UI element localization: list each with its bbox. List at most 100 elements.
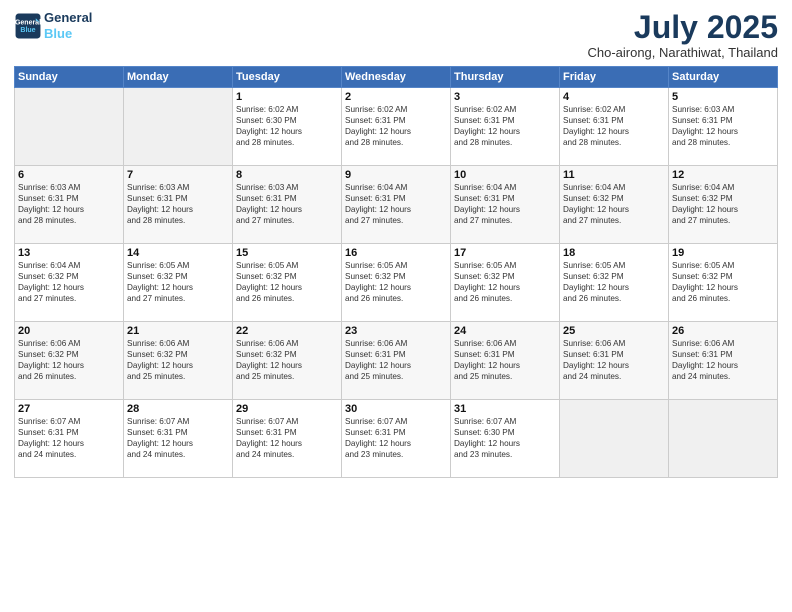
day-cell (669, 400, 778, 478)
day-number: 20 (18, 325, 120, 337)
day-cell: 21Sunrise: 6:06 AM Sunset: 6:32 PM Dayli… (124, 322, 233, 400)
day-number: 4 (563, 91, 665, 103)
title-block: July 2025 Cho-airong, Narathiwat, Thaila… (587, 10, 778, 60)
col-header-sunday: Sunday (15, 67, 124, 88)
day-cell: 28Sunrise: 6:07 AM Sunset: 6:31 PM Dayli… (124, 400, 233, 478)
day-number: 29 (236, 403, 338, 415)
day-number: 1 (236, 91, 338, 103)
day-cell (15, 88, 124, 166)
day-number: 19 (672, 247, 774, 259)
day-number: 23 (345, 325, 447, 337)
day-info: Sunrise: 6:06 AM Sunset: 6:32 PM Dayligh… (236, 338, 338, 382)
day-cell: 22Sunrise: 6:06 AM Sunset: 6:32 PM Dayli… (233, 322, 342, 400)
day-cell: 17Sunrise: 6:05 AM Sunset: 6:32 PM Dayli… (451, 244, 560, 322)
day-cell: 25Sunrise: 6:06 AM Sunset: 6:31 PM Dayli… (560, 322, 669, 400)
day-cell: 3Sunrise: 6:02 AM Sunset: 6:31 PM Daylig… (451, 88, 560, 166)
calendar-table: SundayMondayTuesdayWednesdayThursdayFrid… (14, 66, 778, 478)
day-cell: 19Sunrise: 6:05 AM Sunset: 6:32 PM Dayli… (669, 244, 778, 322)
day-number: 17 (454, 247, 556, 259)
day-number: 13 (18, 247, 120, 259)
week-row: 20Sunrise: 6:06 AM Sunset: 6:32 PM Dayli… (15, 322, 778, 400)
day-cell: 1Sunrise: 6:02 AM Sunset: 6:30 PM Daylig… (233, 88, 342, 166)
day-cell: 31Sunrise: 6:07 AM Sunset: 6:30 PM Dayli… (451, 400, 560, 478)
day-cell: 7Sunrise: 6:03 AM Sunset: 6:31 PM Daylig… (124, 166, 233, 244)
day-info: Sunrise: 6:04 AM Sunset: 6:31 PM Dayligh… (345, 182, 447, 226)
day-cell: 15Sunrise: 6:05 AM Sunset: 6:32 PM Dayli… (233, 244, 342, 322)
day-info: Sunrise: 6:06 AM Sunset: 6:32 PM Dayligh… (18, 338, 120, 382)
day-info: Sunrise: 6:02 AM Sunset: 6:31 PM Dayligh… (454, 104, 556, 148)
logo-text-line2: Blue (44, 26, 92, 42)
day-number: 7 (127, 169, 229, 181)
col-header-wednesday: Wednesday (342, 67, 451, 88)
subtitle: Cho-airong, Narathiwat, Thailand (587, 45, 778, 60)
day-number: 25 (563, 325, 665, 337)
day-cell (124, 88, 233, 166)
day-cell: 10Sunrise: 6:04 AM Sunset: 6:31 PM Dayli… (451, 166, 560, 244)
col-header-tuesday: Tuesday (233, 67, 342, 88)
week-row: 6Sunrise: 6:03 AM Sunset: 6:31 PM Daylig… (15, 166, 778, 244)
day-number: 6 (18, 169, 120, 181)
day-info: Sunrise: 6:07 AM Sunset: 6:31 PM Dayligh… (18, 416, 120, 460)
day-info: Sunrise: 6:06 AM Sunset: 6:31 PM Dayligh… (672, 338, 774, 382)
header: General Blue General Blue July 2025 Cho-… (14, 10, 778, 60)
day-cell: 26Sunrise: 6:06 AM Sunset: 6:31 PM Dayli… (669, 322, 778, 400)
day-cell: 30Sunrise: 6:07 AM Sunset: 6:31 PM Dayli… (342, 400, 451, 478)
day-cell: 5Sunrise: 6:03 AM Sunset: 6:31 PM Daylig… (669, 88, 778, 166)
day-info: Sunrise: 6:06 AM Sunset: 6:31 PM Dayligh… (563, 338, 665, 382)
day-info: Sunrise: 6:03 AM Sunset: 6:31 PM Dayligh… (18, 182, 120, 226)
day-cell: 4Sunrise: 6:02 AM Sunset: 6:31 PM Daylig… (560, 88, 669, 166)
month-title: July 2025 (587, 10, 778, 45)
day-info: Sunrise: 6:05 AM Sunset: 6:32 PM Dayligh… (672, 260, 774, 304)
day-info: Sunrise: 6:04 AM Sunset: 6:31 PM Dayligh… (454, 182, 556, 226)
day-info: Sunrise: 6:02 AM Sunset: 6:31 PM Dayligh… (345, 104, 447, 148)
day-cell: 11Sunrise: 6:04 AM Sunset: 6:32 PM Dayli… (560, 166, 669, 244)
col-header-monday: Monday (124, 67, 233, 88)
week-row: 13Sunrise: 6:04 AM Sunset: 6:32 PM Dayli… (15, 244, 778, 322)
day-number: 22 (236, 325, 338, 337)
logo-text-line1: General (44, 10, 92, 26)
day-number: 27 (18, 403, 120, 415)
header-row: SundayMondayTuesdayWednesdayThursdayFrid… (15, 67, 778, 88)
week-row: 27Sunrise: 6:07 AM Sunset: 6:31 PM Dayli… (15, 400, 778, 478)
col-header-friday: Friday (560, 67, 669, 88)
day-info: Sunrise: 6:03 AM Sunset: 6:31 PM Dayligh… (672, 104, 774, 148)
day-info: Sunrise: 6:06 AM Sunset: 6:32 PM Dayligh… (127, 338, 229, 382)
day-info: Sunrise: 6:05 AM Sunset: 6:32 PM Dayligh… (454, 260, 556, 304)
day-info: Sunrise: 6:02 AM Sunset: 6:30 PM Dayligh… (236, 104, 338, 148)
day-cell: 2Sunrise: 6:02 AM Sunset: 6:31 PM Daylig… (342, 88, 451, 166)
day-number: 30 (345, 403, 447, 415)
day-info: Sunrise: 6:03 AM Sunset: 6:31 PM Dayligh… (236, 182, 338, 226)
day-cell: 14Sunrise: 6:05 AM Sunset: 6:32 PM Dayli… (124, 244, 233, 322)
logo: General Blue General Blue (14, 10, 92, 41)
day-info: Sunrise: 6:04 AM Sunset: 6:32 PM Dayligh… (672, 182, 774, 226)
day-number: 24 (454, 325, 556, 337)
day-number: 9 (345, 169, 447, 181)
day-number: 3 (454, 91, 556, 103)
day-cell: 24Sunrise: 6:06 AM Sunset: 6:31 PM Dayli… (451, 322, 560, 400)
day-number: 26 (672, 325, 774, 337)
day-info: Sunrise: 6:05 AM Sunset: 6:32 PM Dayligh… (345, 260, 447, 304)
day-cell: 18Sunrise: 6:05 AM Sunset: 6:32 PM Dayli… (560, 244, 669, 322)
day-info: Sunrise: 6:05 AM Sunset: 6:32 PM Dayligh… (236, 260, 338, 304)
day-number: 28 (127, 403, 229, 415)
day-cell: 20Sunrise: 6:06 AM Sunset: 6:32 PM Dayli… (15, 322, 124, 400)
day-info: Sunrise: 6:06 AM Sunset: 6:31 PM Dayligh… (345, 338, 447, 382)
day-info: Sunrise: 6:07 AM Sunset: 6:31 PM Dayligh… (345, 416, 447, 460)
day-info: Sunrise: 6:05 AM Sunset: 6:32 PM Dayligh… (127, 260, 229, 304)
day-cell: 12Sunrise: 6:04 AM Sunset: 6:32 PM Dayli… (669, 166, 778, 244)
day-info: Sunrise: 6:07 AM Sunset: 6:31 PM Dayligh… (127, 416, 229, 460)
day-number: 15 (236, 247, 338, 259)
day-cell: 23Sunrise: 6:06 AM Sunset: 6:31 PM Dayli… (342, 322, 451, 400)
col-header-saturday: Saturday (669, 67, 778, 88)
day-info: Sunrise: 6:04 AM Sunset: 6:32 PM Dayligh… (563, 182, 665, 226)
day-cell: 13Sunrise: 6:04 AM Sunset: 6:32 PM Dayli… (15, 244, 124, 322)
day-number: 5 (672, 91, 774, 103)
page: General Blue General Blue July 2025 Cho-… (0, 0, 792, 612)
week-row: 1Sunrise: 6:02 AM Sunset: 6:30 PM Daylig… (15, 88, 778, 166)
day-info: Sunrise: 6:07 AM Sunset: 6:31 PM Dayligh… (236, 416, 338, 460)
day-info: Sunrise: 6:05 AM Sunset: 6:32 PM Dayligh… (563, 260, 665, 304)
day-cell: 6Sunrise: 6:03 AM Sunset: 6:31 PM Daylig… (15, 166, 124, 244)
day-number: 10 (454, 169, 556, 181)
day-info: Sunrise: 6:02 AM Sunset: 6:31 PM Dayligh… (563, 104, 665, 148)
day-cell: 8Sunrise: 6:03 AM Sunset: 6:31 PM Daylig… (233, 166, 342, 244)
